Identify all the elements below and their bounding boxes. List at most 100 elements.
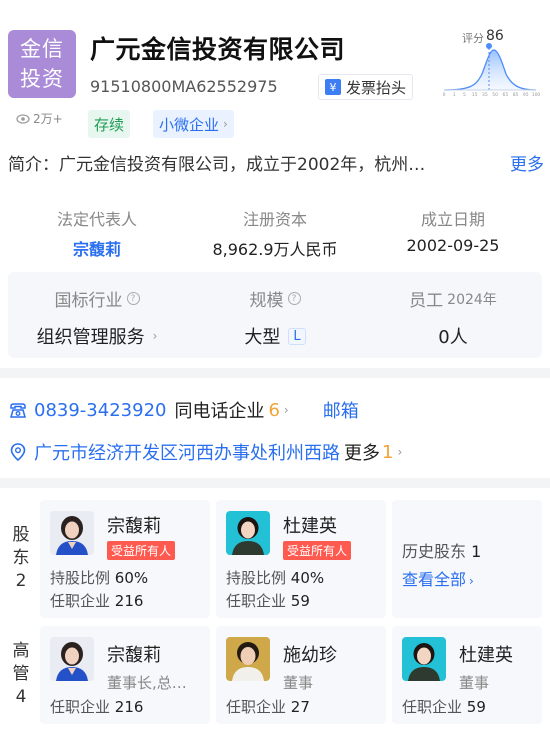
phone-number[interactable]: 0839-3423920 (34, 400, 166, 421)
jobs-label: 任职企业 (226, 592, 287, 610)
intro-label: 简介： (8, 155, 59, 175)
executive-card[interactable]: 杜建英 董事 任职企业 59 (392, 626, 542, 724)
industry[interactable]: 国标行业? 组织管理服务 › (8, 272, 186, 358)
history-shareholders: 历史股东 1 (402, 538, 481, 562)
credit-code[interactable]: 91510800MA62552975 (90, 77, 278, 96)
jobs-value: 27 (290, 698, 310, 716)
shareholder-card[interactable]: 宗馥莉 受益所有人 持股比例 60% 任职企业 216 (40, 500, 210, 618)
email-link[interactable]: 邮箱 (323, 397, 359, 423)
score-axis-tick: 95 (523, 92, 529, 98)
scale-value: 大型 (244, 327, 281, 348)
share-ratio-label: 持股比例 (226, 569, 287, 587)
section-divider (0, 368, 550, 378)
history-shareholders-card[interactable]: 历史股东 1 查看全部 › (392, 500, 542, 618)
intro-text: 广元金信投资有限公司，成立于2002年，杭州… (59, 155, 426, 175)
intro-more-link[interactable]: 更多 (510, 150, 544, 175)
shareholder-name[interactable]: 杜建英 (283, 512, 337, 538)
legal-rep[interactable]: 法定代表人 宗馥莉 (8, 200, 186, 262)
view-all-label: 查看全部 (402, 570, 467, 589)
invoice-title-button[interactable]: ¥ 发票抬头 (318, 74, 414, 100)
address-more-count[interactable]: 1 (382, 442, 393, 463)
invoice-icon: ¥ (325, 79, 341, 95)
jobs: 任职企业 216 (50, 590, 143, 611)
capital-label: 注册资本 (242, 210, 307, 229)
invoice-label: 发票抬头 (346, 78, 407, 97)
score-axis-tick: 15 (472, 92, 478, 98)
phone-row: 0839-3423920 同电话企业 6 › 邮箱 (8, 397, 359, 423)
help-icon[interactable]: ? (287, 292, 301, 305)
phone-icon (10, 403, 26, 418)
avatar (226, 637, 270, 681)
executive-card[interactable]: 施幼珍 董事 任职企业 27 (216, 626, 386, 724)
beneficial-owner-badge: 受益所有人 (283, 541, 352, 560)
address-row: 广元市经济开发区河西办事处利州西路 更多 1 › (8, 439, 402, 465)
beneficial-owner-badge: 受益所有人 (107, 541, 176, 560)
executive-name[interactable]: 宗馥莉 (107, 641, 161, 667)
score-chart[interactable]: 评分 86 0 1 5 15 35 50 65 85 95 100 (440, 28, 540, 98)
person-photo-icon (402, 637, 446, 681)
status-tag: 存续 (88, 110, 131, 138)
executive-role: 董事长,总… (107, 674, 187, 692)
jobs: 任职企业 59 (402, 696, 486, 717)
staff-value: 0人 (438, 327, 468, 348)
share-ratio-value: 60% (114, 569, 149, 587)
jobs-value: 216 (114, 698, 144, 716)
score-axis-tick: 65 (502, 92, 508, 98)
section-divider (0, 478, 550, 488)
avatar (402, 637, 446, 681)
executive-role: 董事 (283, 674, 314, 692)
chevron-right-icon: › (469, 574, 474, 588)
person-photo-icon (226, 637, 270, 681)
jobs-label: 任职企业 (402, 698, 463, 716)
score-axis-tick: 100 (532, 92, 540, 98)
executive-card[interactable]: 宗馥莉 董事长,总… 任职企业 216 (40, 626, 210, 724)
jobs-label: 任职企业 (226, 698, 287, 716)
founded-label: 成立日期 (420, 210, 485, 229)
legal-rep-value[interactable]: 宗馥莉 (8, 236, 186, 260)
person-photo-icon (226, 511, 270, 555)
help-icon[interactable]: ? (126, 292, 140, 305)
industry-value: 组织管理服务 (36, 327, 145, 348)
same-phone-count[interactable]: 6 (268, 400, 279, 421)
scale-tag[interactable]: 小微企业 › (153, 110, 234, 138)
score-axis-tick: 0 (443, 92, 446, 98)
score-axis-tick: 1 (453, 92, 456, 98)
jobs: 任职企业 59 (226, 590, 310, 611)
share-ratio: 持股比例 60% (50, 567, 148, 588)
view-all-link[interactable]: 查看全部 › (402, 566, 474, 590)
company-logo: 金信 投资 (8, 30, 76, 98)
view-count-value: 2万+ (33, 112, 63, 126)
side-char: 管 (12, 664, 30, 684)
side-char: 股 (12, 525, 30, 545)
scale-badge: L (288, 327, 306, 345)
company-intro[interactable]: 简介：广元金信投资有限公司，成立于2002年，杭州… 更多 (8, 150, 544, 175)
score-curve-icon: 0 1 5 15 35 50 65 85 95 100 (443, 43, 540, 98)
history-count: 1 (471, 542, 482, 561)
executive-name[interactable]: 施幼珍 (283, 641, 337, 667)
scale-label: 规模 (249, 291, 284, 311)
chevron-right-icon: › (152, 329, 158, 343)
shareholder-card[interactable]: 杜建英 受益所有人 持股比例 40% 任职企业 59 (216, 500, 386, 618)
score-axis-tick: 85 (513, 92, 519, 98)
staff-label: 员工 (409, 291, 444, 311)
address-link[interactable]: 广元市经济开发区河西办事处利州西路 (34, 439, 340, 465)
executive-name[interactable]: 杜建英 (459, 641, 513, 667)
founded-date: 成立日期 2002-09-25 (364, 200, 542, 262)
executives-count: 4 (15, 687, 27, 707)
address-more-label[interactable]: 更多 (344, 439, 380, 465)
shareholder-name[interactable]: 宗馥莉 (107, 512, 161, 538)
logo-text-line1: 金信 (20, 37, 64, 61)
avatar (50, 637, 94, 681)
chevron-right-icon: › (283, 403, 289, 417)
location-pin-icon (10, 443, 26, 462)
chevron-right-icon: › (223, 117, 228, 131)
industry-label: 国标行业 (54, 291, 123, 311)
same-phone-label[interactable]: 同电话企业 (174, 397, 264, 423)
avatar (226, 511, 270, 555)
scale[interactable]: 规模? 大型 L (186, 272, 364, 358)
scale-tag-label: 小微企业 (159, 115, 220, 134)
staff-year: 2024年 (447, 291, 497, 308)
share-ratio-label: 持股比例 (50, 569, 111, 587)
registered-capital: 注册资本 8,962.9万人民币 (186, 200, 364, 262)
jobs-value: 59 (290, 592, 310, 610)
